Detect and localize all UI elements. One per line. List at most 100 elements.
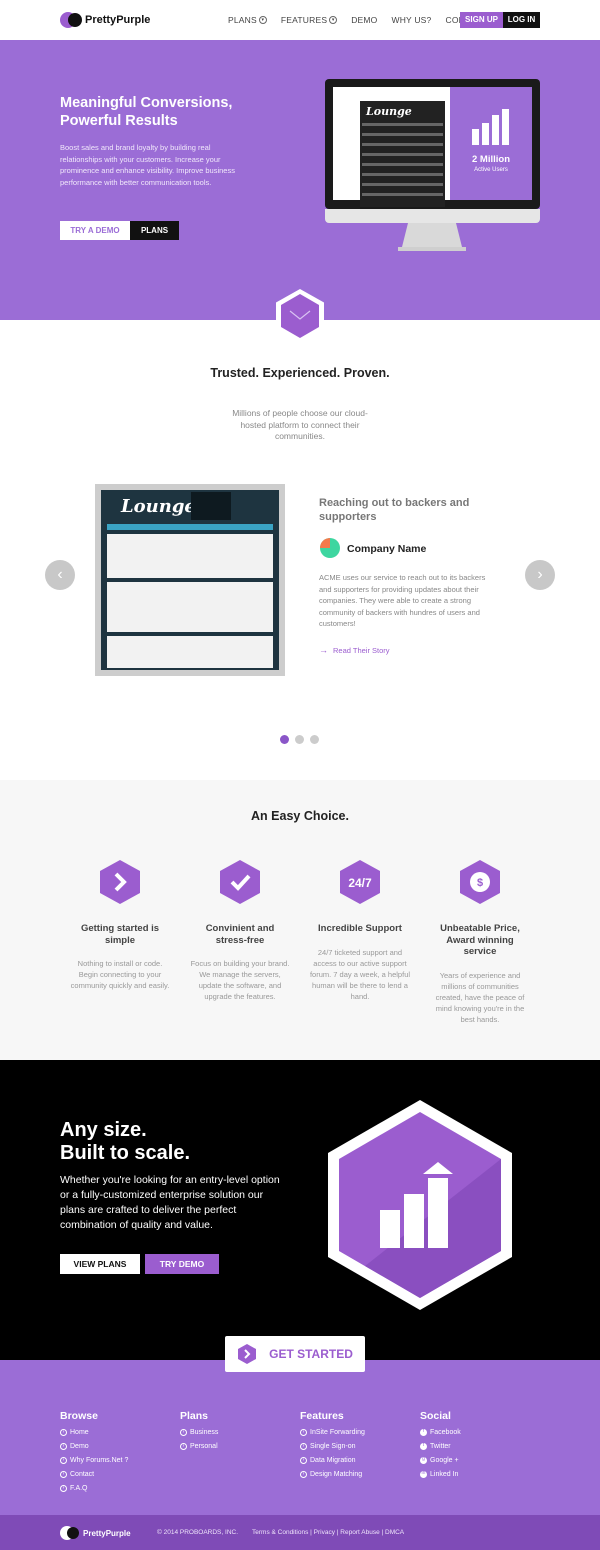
arrow-hex-icon <box>238 1344 257 1364</box>
chevron-right-icon: › <box>300 1456 307 1464</box>
arrow-icon <box>98 858 142 906</box>
chevron-right-icon: › <box>300 1442 307 1450</box>
footer-col-browse: Browse › Home › Demo › Why Forums.Net ? › Contac… <box>60 1410 128 1495</box>
footer-col-features: Features › InSite Forwarding › Single Sign-o… <box>300 1410 365 1481</box>
scale-section: Any size. Built to scale. Whether you're … <box>0 1060 600 1360</box>
mail-hex-icon <box>276 289 324 343</box>
monitor-stand <box>398 223 466 251</box>
footer-logo[interactable]: PrettyPurple <box>60 1526 131 1540</box>
nav-item-demo[interactable]: DEMO <box>351 15 377 25</box>
footer-link[interactable]: › Data Migration <box>300 1453 365 1467</box>
read-story-link[interactable]: → Read Their Story <box>319 645 390 655</box>
trust-title: Trusted. Experienced. Proven. <box>210 366 390 380</box>
footer-link[interactable]: f Facebook <box>420 1425 461 1439</box>
footer-link[interactable]: › Personal <box>180 1439 218 1453</box>
story-heading: Reaching out to backers and supporters <box>319 497 470 523</box>
monitor-screen: Lounge 2 Million Active Users <box>333 87 532 207</box>
carousel-next-button[interactable]: › <box>525 560 555 590</box>
carousel-prev-button[interactable]: ‹ <box>45 560 75 590</box>
growth-hex-icon <box>328 1100 512 1310</box>
feature-4: $ Unbeatable Price, Award winning service… <box>420 858 540 1025</box>
hero-text: Boost sales and brand loyalty by buildin… <box>60 143 235 187</box>
legal-link[interactable]: Report Abuse <box>340 1529 379 1536</box>
chevron-right-icon: › <box>180 1442 187 1450</box>
easy-choice-section: An Easy Choice. Getting started is simpl… <box>0 780 600 1060</box>
chevron-right-icon: › <box>60 1470 67 1478</box>
signup-button[interactable]: SIGN UP <box>460 12 503 28</box>
feature-1: Getting started is simple Nothing to inst… <box>60 858 180 991</box>
footer-link[interactable]: in Linked In <box>420 1467 461 1481</box>
nav-item-whyus[interactable]: WHY US? <box>392 15 432 25</box>
login-button[interactable]: LOG IN <box>503 12 540 28</box>
google-plus-icon: g <box>420 1456 427 1464</box>
legal-link[interactable]: Privacy <box>314 1529 335 1536</box>
chevron-right-icon: › <box>180 1428 187 1436</box>
chevron-down-icon: ▾ <box>258 16 267 24</box>
footer-col-title: Social <box>420 1410 451 1422</box>
feature-text: Years of experience and millions of comm… <box>435 970 525 1024</box>
screenshot-logo: Lounge <box>121 496 196 517</box>
carousel-dot-3[interactable] <box>310 735 319 744</box>
feature-text: Nothing to install or code. Begin connec… <box>70 959 170 990</box>
easy-title: An Easy Choice. <box>251 809 349 823</box>
carousel-dot-1[interactable] <box>280 735 289 744</box>
get-started-button[interactable]: GET STARTED <box>225 1336 365 1372</box>
chevron-down-icon: ▾ <box>329 16 338 24</box>
forum-screenshot-frame: Lounge <box>95 484 285 676</box>
try-demo-button[interactable]: TRY A DEMO <box>60 221 130 240</box>
chevron-right-icon: › <box>60 1428 67 1436</box>
legal-link[interactable]: Terms & Conditions <box>252 1529 308 1536</box>
footer-col-social: Social f Facebook t Twitter g Google + in Linked… <box>420 1410 461 1481</box>
carousel-dot-2[interactable] <box>295 735 304 744</box>
footer-link[interactable]: › Demo <box>60 1439 128 1453</box>
view-plans-button[interactable]: VIEW PLANS <box>60 1254 140 1274</box>
legal-link[interactable]: DMCA <box>385 1529 404 1536</box>
chevron-right-icon: › <box>60 1484 67 1492</box>
24-7-icon: 24/7 <box>338 858 382 906</box>
stat-label: Active Users <box>474 167 508 173</box>
footer-link[interactable]: › Contact <box>60 1467 128 1481</box>
plans-button[interactable]: PLANS <box>130 221 179 240</box>
screen-logo: Lounge <box>366 105 412 118</box>
logo-icon <box>60 12 82 28</box>
footer-link[interactable]: g Google + <box>420 1453 461 1467</box>
chevron-right-icon: › <box>300 1470 307 1478</box>
chevron-right-icon: › <box>60 1456 67 1464</box>
footer-col-title: Features <box>300 1410 344 1422</box>
twitter-icon: t <box>420 1442 427 1450</box>
footer-link[interactable]: › Design Matching <box>300 1467 365 1481</box>
footer-link[interactable]: › InSite Forwarding <box>300 1425 365 1439</box>
feature-title: Convinient and stress-free <box>205 923 275 946</box>
dollar-badge-icon: $ <box>458 858 502 906</box>
linkedin-icon: in <box>420 1469 427 1478</box>
scale-title: Any size. Built to scale. <box>60 1119 191 1164</box>
footer-col-title: Plans <box>180 1410 209 1422</box>
footer-link[interactable]: t Twitter <box>420 1439 461 1453</box>
footer-legal-links: Terms & Conditions | Privacy | Report Ab… <box>252 1529 404 1536</box>
brand-logo[interactable]: PrettyPurple <box>60 12 150 28</box>
footer-bottom-bar: PrettyPurple © 2014 PROBOARDS, INC. Term… <box>0 1515 600 1550</box>
logo-icon <box>60 1526 80 1540</box>
feature-2: Convinient and stress-free Focus on build… <box>180 858 300 1002</box>
feature-3: 24/7 Incredible Support 24/7 ticketed supp… <box>300 858 420 1002</box>
footer-link[interactable]: › Why Forums.Net ? <box>60 1453 128 1467</box>
footer-link[interactable]: › Single Sign-on <box>300 1439 365 1453</box>
nav-item-features[interactable]: FEATURES ▾ <box>281 15 338 25</box>
nav-item-plans[interactable]: PLANS ▾ <box>228 15 267 25</box>
bar-chart-icon <box>472 109 509 145</box>
footer-link[interactable]: › Business <box>180 1425 218 1439</box>
try-demo-button-2[interactable]: TRY DEMO <box>145 1254 219 1274</box>
monitor-illustration: Lounge 2 Million Active Users <box>325 79 540 209</box>
footer-link[interactable]: › Home <box>60 1425 128 1439</box>
scale-text: Whether you're looking for an entry-leve… <box>60 1174 280 1231</box>
site-header: PrettyPurple PLANS▾FEATURES▾DEMOWHY US?C… <box>0 0 600 40</box>
footer-link[interactable]: › F.A.Q <box>60 1481 128 1495</box>
story-text: ACME uses our service to reach out to it… <box>319 573 486 628</box>
hero-title: Meaningful Conversions, Powerful Results <box>60 95 233 129</box>
forum-screenshot: Lounge <box>101 490 279 670</box>
checkmark-icon <box>218 858 262 906</box>
facebook-icon: f <box>420 1428 427 1436</box>
feature-text: 24/7 ticketed support and access to our … <box>309 947 411 1001</box>
svg-text:24/7: 24/7 <box>348 876 372 890</box>
chevron-right-icon: › <box>300 1428 307 1436</box>
